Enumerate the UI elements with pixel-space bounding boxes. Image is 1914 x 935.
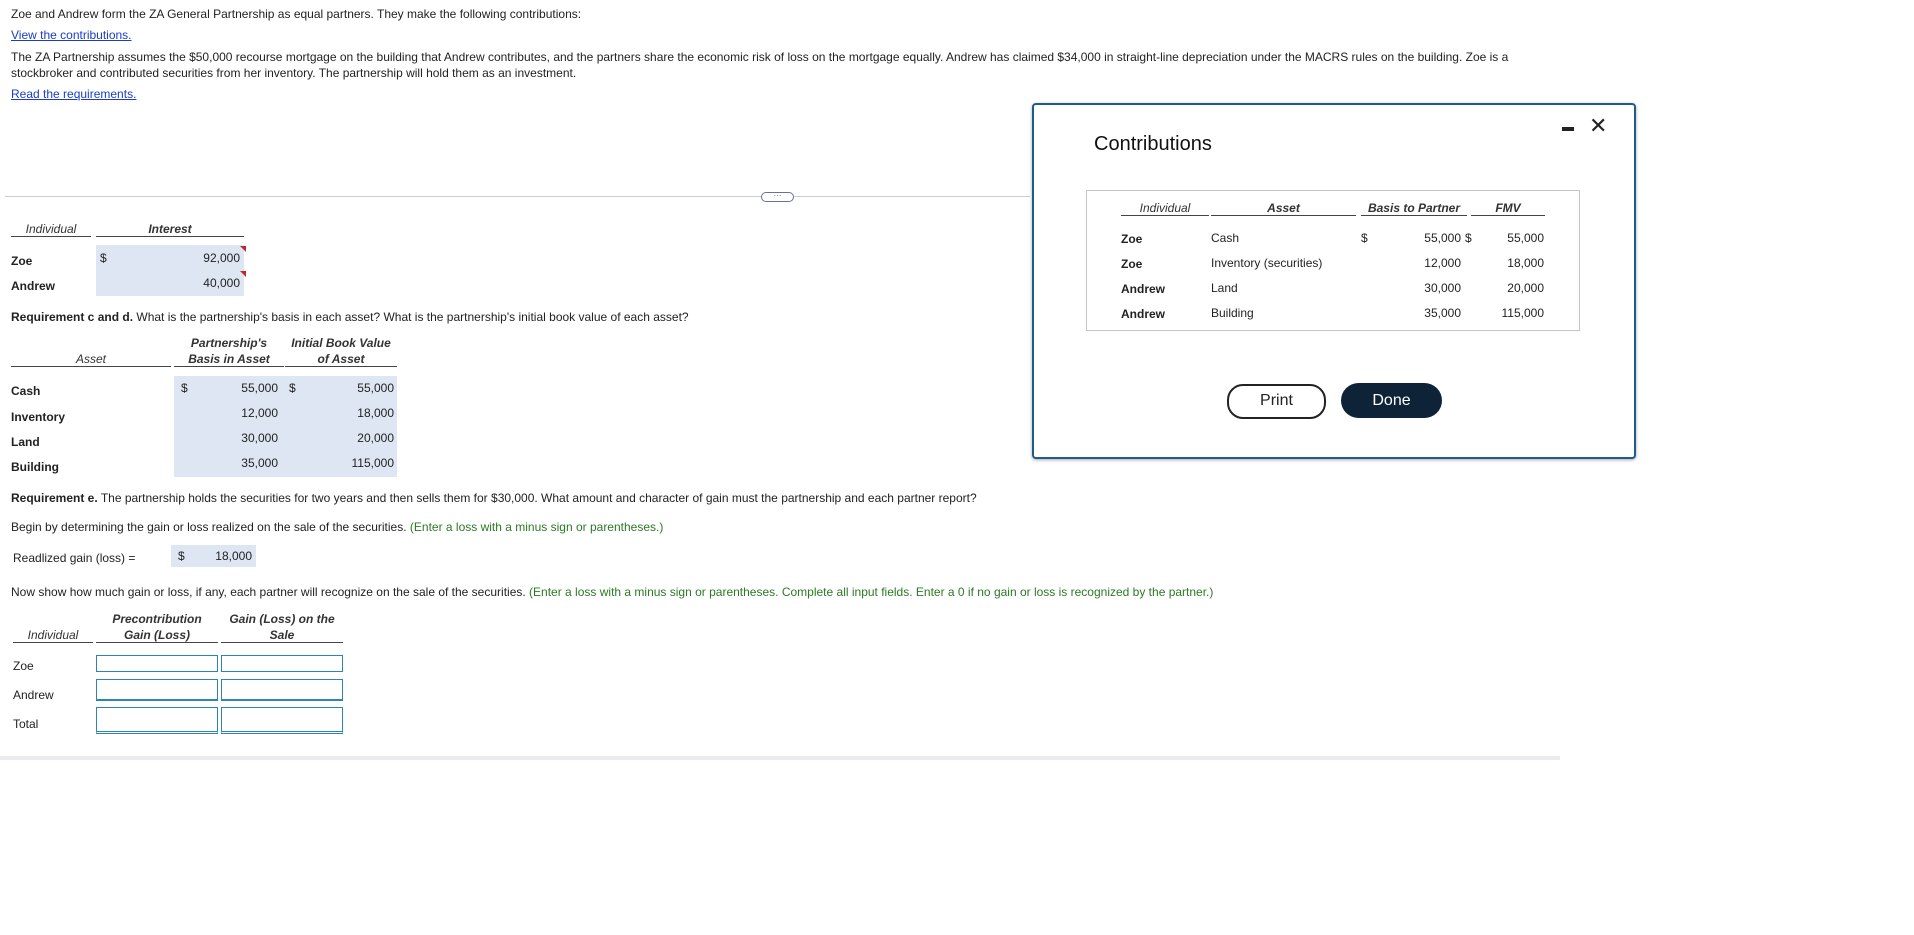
page-footer-bar	[0, 756, 1560, 760]
contrib-header-fmv: FMV	[1471, 201, 1545, 216]
contrib-individual: Andrew	[1121, 307, 1166, 321]
gain-header-individual: Individual	[13, 628, 93, 643]
interest-header-individual: Individual	[11, 222, 91, 237]
asset-row-label: Cash	[11, 384, 41, 398]
req-cd-text: What is the partnership's basis in each …	[133, 310, 689, 324]
contributions-dialog: Contributions ✕ Individual Asset Basis t…	[1032, 103, 1636, 459]
zoe-sale-gain-input[interactable]	[221, 655, 343, 672]
contrib-individual: Zoe	[1121, 232, 1143, 246]
req-e-begin-text: Begin by determining the gain or loss re…	[11, 520, 407, 534]
contrib-asset: Land	[1211, 281, 1238, 295]
realized-gain-currency: $	[178, 549, 185, 563]
contributions-table: Individual Asset Basis to Partner FMV Zo…	[1086, 190, 1580, 331]
basis-currency: $	[181, 381, 188, 395]
contrib-asset: Cash	[1211, 231, 1240, 245]
interest-row-andrew-name: Andrew	[11, 279, 56, 293]
contrib-basis: 35,000	[1424, 306, 1461, 320]
req-e-begin: Begin by determining the gain or loss re…	[11, 520, 663, 534]
gain-header-sale-l2: Sale	[221, 628, 343, 643]
book-value: 18,000	[357, 406, 394, 420]
problem-description: The ZA Partnership assumes the $50,000 r…	[11, 50, 1509, 80]
contrib-fmv: 20,000	[1507, 281, 1544, 295]
req-cd-header-basis-l2: Basis in Asset	[174, 352, 284, 367]
req-e-now-hint: (Enter a loss with a minus sign or paren…	[525, 585, 1214, 599]
gain-header-sale-l1: Gain (Loss) on the	[229, 612, 335, 626]
total-sale-gain-input[interactable]	[221, 707, 343, 734]
basis-value: 30,000	[241, 431, 278, 445]
gain-row-label: Andrew	[13, 688, 54, 702]
gain-row-label: Total	[13, 717, 39, 731]
req-e-now-text: Now show how much gain or loss, if any, …	[11, 585, 526, 599]
interest-zoe-value: 92,000	[203, 251, 240, 265]
req-e-question: Requirement e. The partnership holds the…	[11, 491, 977, 505]
req-cd-header-book-l1: Initial Book Value	[291, 336, 391, 350]
asset-row-label: Inventory	[11, 410, 66, 424]
andrew-precontribution-input[interactable]	[96, 679, 218, 701]
contrib-basis: 55,000	[1424, 231, 1461, 245]
close-icon[interactable]: ✕	[1589, 113, 1607, 139]
req-cd-label: Requirement c and d.	[11, 310, 134, 324]
print-button[interactable]: Print	[1227, 384, 1326, 419]
contrib-currency: $	[1361, 231, 1368, 245]
req-e-label: Requirement e.	[11, 491, 98, 505]
error-flag-icon	[240, 246, 246, 252]
req-cd-header-basis-l1: Partnership's	[190, 336, 268, 350]
contrib-header-asset: Asset	[1211, 201, 1356, 216]
total-precontribution-input[interactable]	[96, 707, 218, 734]
book-currency: $	[289, 381, 296, 395]
contrib-individual: Zoe	[1121, 257, 1143, 271]
problem-intro: Zoe and Andrew form the ZA General Partn…	[11, 7, 582, 21]
basis-value: 55,000	[241, 381, 278, 395]
done-button[interactable]: Done	[1341, 383, 1442, 418]
error-flag-icon	[240, 271, 246, 277]
zoe-precontribution-input[interactable]	[96, 655, 218, 672]
realized-gain-label: Readlized gain (loss) =	[13, 551, 136, 565]
gain-header-pre-l2: Gain (Loss)	[96, 628, 218, 643]
interest-currency: $	[100, 251, 107, 265]
contrib-fmv: 18,000	[1507, 256, 1544, 270]
realized-gain-value: 18,000	[215, 549, 252, 563]
req-cd-header-book-l2: of Asset	[285, 352, 397, 367]
contrib-fmv: 115,000	[1501, 306, 1545, 320]
contrib-asset: Inventory (securities)	[1211, 256, 1323, 270]
req-cd-question: Requirement c and d. What is the partner…	[11, 310, 689, 324]
read-requirements-link[interactable]: Read the requirements.	[11, 87, 136, 101]
asset-row-label: Building	[11, 460, 59, 474]
contrib-basis: 12,000	[1424, 256, 1461, 270]
asset-row-label: Land	[11, 435, 40, 449]
book-value: 55,000	[357, 381, 394, 395]
contrib-header-individual: Individual	[1121, 201, 1209, 216]
contrib-header-basis: Basis to Partner	[1361, 201, 1467, 216]
interest-header-interest: Interest	[96, 222, 244, 237]
andrew-sale-gain-input[interactable]	[221, 679, 343, 701]
gain-row-label: Zoe	[13, 659, 34, 673]
book-value: 115,000	[351, 456, 395, 470]
gain-header-pre-l1: Precontribution	[112, 612, 202, 626]
contrib-asset: Building	[1211, 306, 1254, 320]
interest-andrew-value: 40,000	[203, 276, 240, 290]
basis-value: 12,000	[241, 406, 278, 420]
req-e-now: Now show how much gain or loss, if any, …	[11, 585, 1213, 599]
interest-row-zoe-name: Zoe	[11, 254, 33, 268]
contrib-fmv: 55,000	[1507, 231, 1544, 245]
req-e-begin-hint: (Enter a loss with a minus sign or paren…	[406, 520, 664, 534]
req-e-text: The partnership holds the securities for…	[97, 491, 977, 505]
section-divider	[5, 196, 1030, 197]
view-contributions-link[interactable]: View the contributions.	[11, 28, 132, 42]
dialog-title: Contributions	[1094, 133, 1212, 155]
book-value: 20,000	[357, 431, 394, 445]
contrib-basis: 30,000	[1424, 281, 1461, 295]
req-cd-header-asset: Asset	[11, 352, 171, 367]
expand-handle[interactable]: ···	[761, 192, 794, 202]
contrib-individual: Andrew	[1121, 282, 1166, 296]
basis-value: 35,000	[241, 456, 278, 470]
minimize-icon[interactable]	[1562, 127, 1574, 131]
